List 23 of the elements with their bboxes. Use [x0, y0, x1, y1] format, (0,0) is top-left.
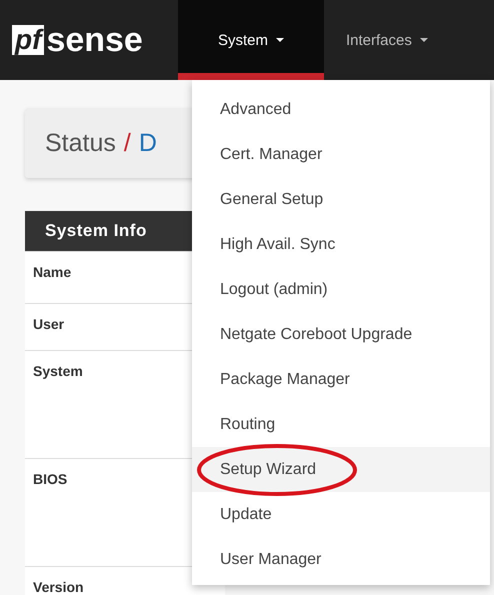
breadcrumb-item: Status [45, 128, 116, 158]
row-label: User [33, 316, 64, 332]
nav-menu[interactable]: Interfaces [324, 0, 450, 80]
caret-icon [420, 38, 428, 42]
breadcrumb-item[interactable]: D [138, 128, 157, 158]
menu-item[interactable]: Routing [192, 402, 490, 447]
breadcrumb-separator: / [124, 128, 131, 158]
row-label: BIOS [33, 471, 68, 487]
row-label: Version [33, 579, 84, 595]
menu-item[interactable]: Netgate Coreboot Upgrade [192, 312, 490, 357]
logo-mark: pf [12, 25, 44, 55]
menu-item[interactable]: User Manager [192, 537, 490, 582]
caret-icon [276, 38, 284, 42]
menu-item[interactable]: Package Manager [192, 357, 490, 402]
menu-item[interactable]: Cert. Manager [192, 132, 490, 177]
menu-item[interactable]: Update [192, 492, 490, 537]
nav-menu[interactable]: System [178, 0, 324, 80]
pfsense-logo[interactable]: pfsense [0, 0, 178, 80]
menu-item[interactable]: Logout (admin) [192, 267, 490, 312]
logo-text: sense [46, 20, 143, 60]
row-label: Name [33, 264, 72, 280]
row-label: System [33, 363, 83, 379]
menu-item[interactable]: Advanced [192, 87, 490, 132]
